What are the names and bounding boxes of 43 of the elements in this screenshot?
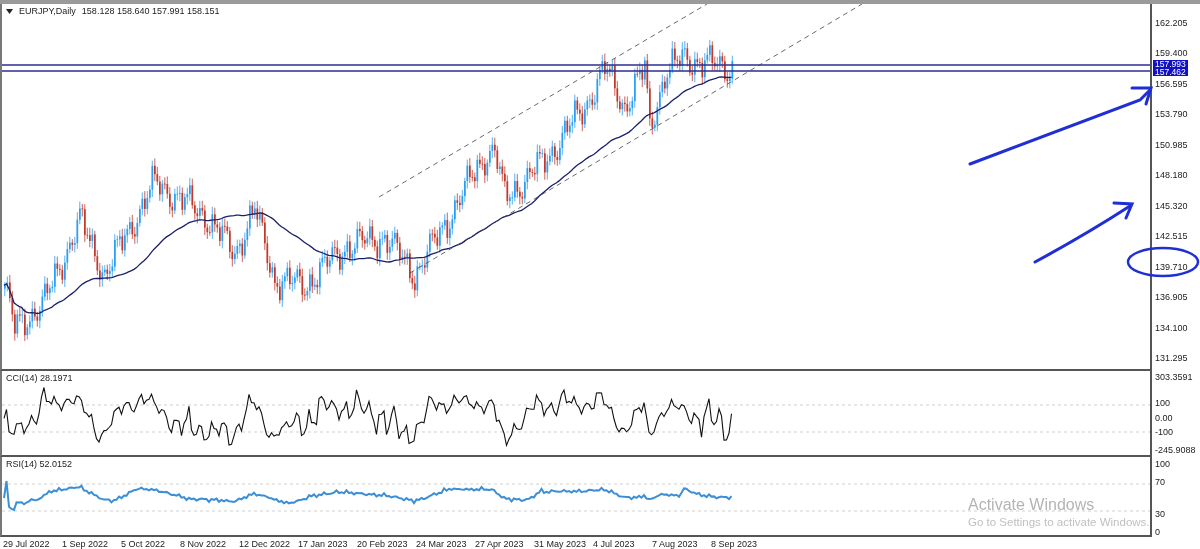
indicator-title: CCI(14) 28.1971	[6, 373, 73, 383]
time-axis-label: 4 Jul 2023	[593, 538, 636, 549]
cci-axis-label: 100	[1155, 398, 1171, 408]
cci-axis-label: 303.3591	[1155, 372, 1193, 382]
price-axis-label: 153.790	[1155, 108, 1189, 121]
indicator-title: RSI(14) 52.0152	[6, 459, 73, 469]
price-axis-label: 159.400	[1155, 47, 1189, 60]
rsi-axis-label: 30	[1155, 509, 1165, 519]
cci-axis-label: -100	[1155, 427, 1173, 437]
time-axis-label: 29 Jul 2022	[3, 538, 51, 549]
dropdown-triangle-icon[interactable]	[6, 8, 13, 14]
time-axis-label: 1 Sep 2022	[62, 538, 110, 549]
time-axis-label: 17 Jan 2023	[298, 538, 349, 549]
price-axis-label: 162.205	[1155, 17, 1189, 29]
price-axis-label: 156.595	[1155, 77, 1189, 90]
time-axis-label: 7 Aug 2023	[652, 538, 699, 549]
time-axis-label: 12 Dec 2022	[239, 538, 292, 549]
price-line-tag: 157.462	[1153, 68, 1188, 76]
price-line-tag: 157.993	[1153, 60, 1188, 68]
cci-axis-label: -245.9088	[1155, 445, 1196, 455]
price-axis-label: 145.320	[1155, 199, 1189, 212]
price-axis-label: 142.515	[1155, 230, 1189, 243]
cci-axis-label: 0.00	[1155, 413, 1173, 423]
price-axis-label: 136.905	[1155, 291, 1189, 304]
price-axis-label: 150.985	[1155, 138, 1189, 151]
rsi-axis-label: 100	[1155, 459, 1171, 469]
price-axis-label: 148.180	[1155, 169, 1189, 182]
time-axis-label: 31 May 2023	[534, 538, 588, 549]
symbol-label: EURJPY,Daily	[19, 6, 76, 16]
rsi-axis-label: 70	[1155, 477, 1165, 487]
price-axis-label: 134.100	[1155, 321, 1189, 334]
ohlc-values: 158.128 158.640 157.991 158.151	[81, 6, 220, 16]
rsi-axis-label: 0	[1155, 527, 1160, 537]
time-axis-label: 8 Nov 2022	[180, 538, 228, 549]
activation-notice-text: Go to Settings to activate Windows.	[968, 516, 1150, 528]
activation-notice-title: Activate Windows	[968, 496, 1096, 514]
price-axis-label: 139.710	[1155, 260, 1189, 273]
time-axis-label: 27 Apr 2023	[475, 538, 525, 549]
time-axis-label: 5 Oct 2022	[121, 538, 167, 549]
time-axis-label: 20 Feb 2023	[357, 538, 409, 549]
time-axis-label: 8 Sep 2023	[711, 538, 759, 549]
price-axis-label: 131.295	[1155, 352, 1189, 364]
time-axis-label: 24 Mar 2023	[416, 538, 468, 549]
